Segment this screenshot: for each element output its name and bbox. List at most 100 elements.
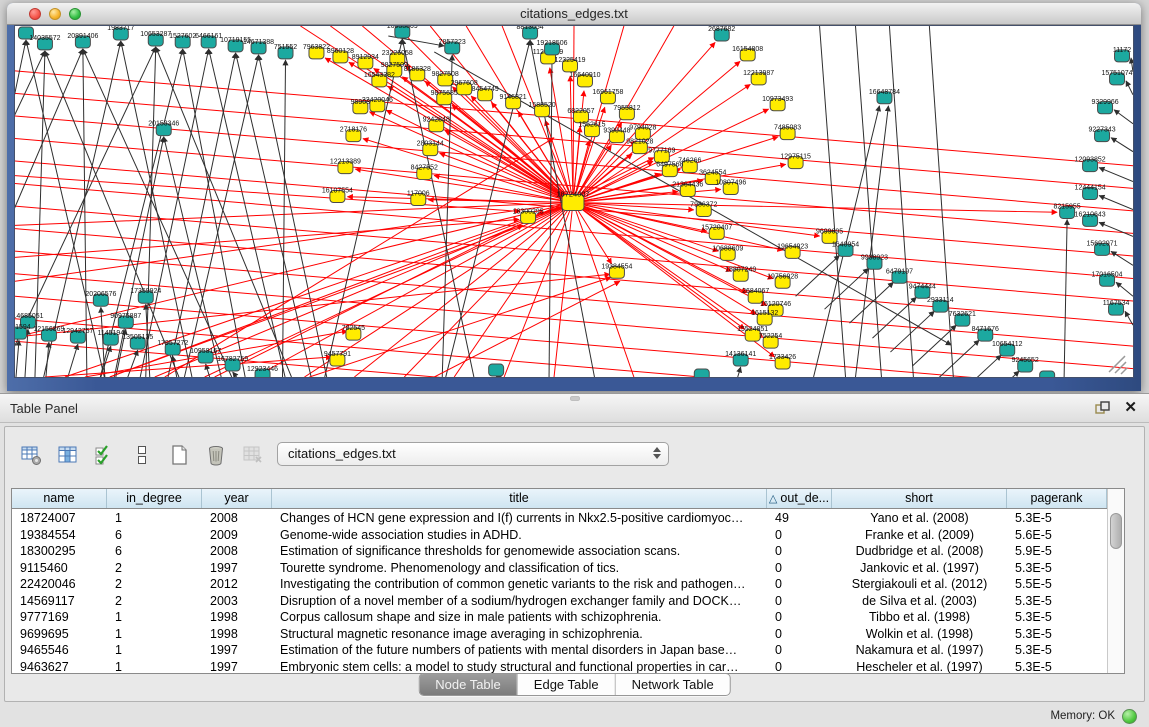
- canvas-resize-grip[interactable]: [1109, 356, 1127, 374]
- graph-node-label: 17957272: [157, 340, 188, 347]
- column-header-title[interactable]: title: [272, 489, 767, 508]
- graph-node-label: 752254: [759, 333, 782, 340]
- column-header-short[interactable]: short: [832, 489, 1007, 508]
- column-header-pagerank[interactable]: pagerank: [1007, 489, 1107, 508]
- graph-node-label: 8454749: [472, 86, 499, 93]
- graph-node[interactable]: [489, 364, 504, 376]
- tab-edge-table[interactable]: Edge Table: [518, 674, 616, 695]
- graph-node-label: 11172: [1113, 47, 1131, 54]
- column-header-in_degree[interactable]: in_degree: [107, 489, 202, 508]
- graph-node-label: 1562615: [578, 122, 605, 129]
- graph-edge: [1099, 222, 1133, 236]
- tab-node-table[interactable]: Node Table: [419, 674, 518, 695]
- graph-node-label: 7955812: [613, 105, 640, 112]
- graph-edge: [957, 355, 1001, 377]
- graph-edge: [1099, 168, 1133, 182]
- graph-node-label: 19218506: [537, 40, 568, 47]
- splitter-grip[interactable]: [570, 396, 580, 401]
- table-row[interactable]: 969969511998Structural magnetic resonanc…: [12, 626, 1109, 643]
- graph-edge: [738, 367, 741, 377]
- graph-edge: [1126, 81, 1133, 95]
- column-header-out_degree[interactable]: △ out_de...: [767, 489, 832, 508]
- graph-node-label: 16107554: [322, 188, 353, 195]
- network-view-window: citations_edges.txt 79638228960128891293…: [7, 3, 1141, 391]
- graph-edge: [929, 26, 953, 377]
- scrollbar-thumb[interactable]: [1110, 513, 1122, 549]
- graph-edge: [100, 49, 182, 377]
- graph-node-label: 9794028: [629, 125, 656, 132]
- graph-node-label: 9827508: [432, 71, 459, 78]
- graph-node-label: 1615132: [751, 310, 778, 317]
- graph-node-label: 98903: [351, 99, 371, 106]
- cell-year: 2008: [202, 543, 272, 560]
- graph-node-label: 8960128: [327, 48, 354, 55]
- graph-node-label: 9938923: [861, 254, 888, 261]
- graph-node-label: 19756928: [767, 273, 798, 280]
- graph-node-label: 9146821: [500, 94, 527, 101]
- cell-in_degree: 1: [107, 626, 202, 643]
- graph-node-label: 14671388: [243, 39, 274, 46]
- graph-node-label: 1983717: [107, 26, 134, 32]
- network-window-titlebar[interactable]: citations_edges.txt: [7, 3, 1141, 25]
- table-tabs: Node Table Edge Table Network Table: [418, 673, 731, 696]
- graph-node-label: 2687682: [708, 26, 735, 33]
- table-settings-icon[interactable]: [19, 443, 43, 467]
- table-row[interactable]: 911546021997Tourette syndrome. Phenomeno…: [12, 560, 1109, 577]
- graph-node-label: 10958167: [190, 348, 221, 355]
- delete-table-icon: [241, 443, 265, 467]
- float-panel-icon[interactable]: [1095, 401, 1110, 415]
- delete-entries-icon[interactable]: [204, 443, 228, 467]
- table-row[interactable]: 1456911722003Disruption of a novel membe…: [12, 593, 1109, 610]
- cell-out_degree: 0: [767, 560, 832, 577]
- row-height-icon[interactable]: [130, 443, 154, 467]
- table-selector-dropdown[interactable]: citations_edges.txt: [277, 442, 669, 466]
- window-title: citations_edges.txt: [7, 3, 1141, 25]
- cell-title: Changes of HCN gene expression and I(f) …: [272, 510, 767, 527]
- cell-year: 1997: [202, 560, 272, 577]
- graph-edge: [46, 342, 49, 377]
- table-row[interactable]: 946554611997Estimation of the future num…: [12, 642, 1109, 659]
- cell-name: 14569117: [12, 593, 107, 610]
- graph-node-label: 16154808: [732, 46, 763, 53]
- graph-node-label: 12923446: [247, 366, 278, 373]
- graph-node-label: 16648784: [869, 89, 900, 96]
- graph-node[interactable]: [1040, 371, 1055, 377]
- cell-out_degree: 0: [767, 593, 832, 610]
- graph-node-label: 9457791: [324, 351, 351, 358]
- network-canvas-svg[interactable]: 7963822896012889129342322605898275091654…: [15, 26, 1133, 377]
- column-header-year[interactable]: year: [202, 489, 272, 508]
- cell-pagerank: 5.3E-5: [1007, 642, 1107, 659]
- table-row[interactable]: 946362711997Embryonic stem cells: a mode…: [12, 659, 1109, 674]
- graph-node-label: 6822057: [567, 108, 594, 115]
- table-row[interactable]: 1830029562008Estimation of significance …: [12, 543, 1109, 560]
- graph-node-label: 16640910: [569, 72, 600, 79]
- table-row[interactable]: 1872400712008Changes of HCN gene express…: [12, 510, 1109, 527]
- graph-node-label: 15751074: [1102, 70, 1133, 77]
- table-row[interactable]: 1938455462009Genome-wide association stu…: [12, 527, 1109, 544]
- cell-title: Embryonic stem cells: a model to study s…: [272, 659, 767, 674]
- graph-node[interactable]: [694, 369, 709, 377]
- graph-node-label: 16961758: [592, 89, 623, 96]
- new-table-icon[interactable]: [167, 443, 191, 467]
- graph-node-label: 12156869: [33, 326, 64, 333]
- graph-node-label: 1145194: [98, 330, 125, 337]
- network-canvas[interactable]: 7963822896012889129342322605898275091654…: [14, 25, 1134, 378]
- graph-node-label: 9875685: [431, 90, 458, 97]
- tab-network-table[interactable]: Network Table: [616, 674, 730, 695]
- graph-node-label: 16033809: [387, 26, 418, 30]
- cell-title: Estimation of significance thresholds fo…: [272, 543, 767, 560]
- cell-name: 9115460: [12, 560, 107, 577]
- table-panel-titlebar[interactable]: Table Panel ✕: [0, 394, 1149, 423]
- vertical-scrollbar[interactable]: [1107, 489, 1124, 673]
- close-panel-icon[interactable]: ✕: [1124, 399, 1137, 417]
- select-all-icon[interactable]: [93, 443, 117, 467]
- graph-node-label: 1588520: [528, 102, 555, 109]
- table-row[interactable]: 2242004622012Investigating the contribut…: [12, 576, 1109, 593]
- graph-node-label: 9777169: [648, 148, 675, 155]
- column-header-name[interactable]: name: [12, 489, 107, 508]
- show-columns-icon[interactable]: [56, 443, 80, 467]
- graph-edge: [156, 47, 292, 377]
- graph-edge: [1114, 110, 1133, 124]
- table-row[interactable]: 977716911998Corpus callosum shape and si…: [12, 609, 1109, 626]
- graph-edge: [889, 26, 913, 377]
